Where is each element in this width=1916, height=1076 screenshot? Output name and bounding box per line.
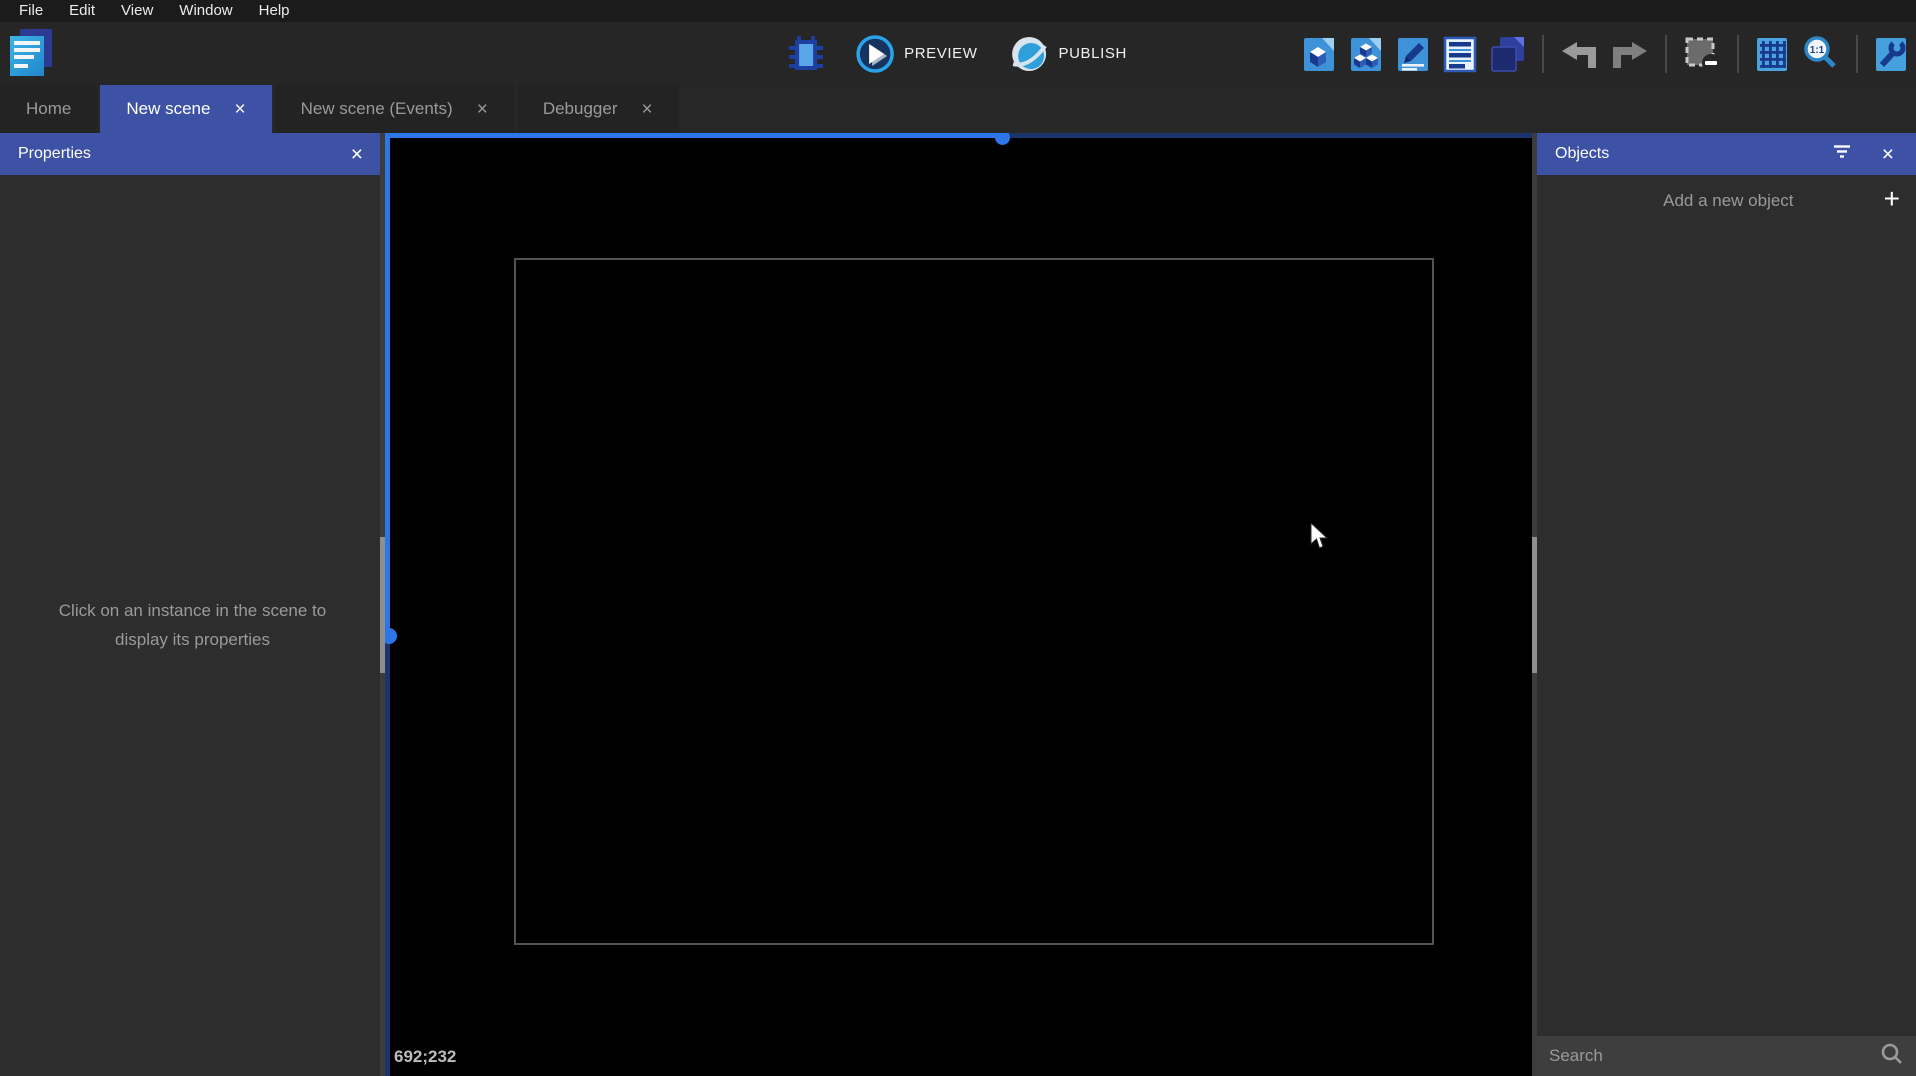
close-icon[interactable]: ×: [641, 100, 652, 119]
objects-search-bar[interactable]: [1537, 1036, 1916, 1076]
project-manager-icon[interactable]: [10, 29, 54, 77]
close-icon[interactable]: ×: [234, 100, 245, 119]
properties-panel: Properties × Click on an instance in the…: [0, 133, 385, 1076]
layers-editor-icon[interactable]: [1488, 33, 1528, 75]
add-object-row[interactable]: Add a new object +: [1537, 175, 1916, 227]
toolbar-separator: [1542, 34, 1544, 73]
objects-list-empty-area: [1537, 227, 1916, 1036]
undo-icon[interactable]: [1558, 36, 1600, 72]
toolbar: PREVIEW PUBLISH 1:1: [0, 22, 1916, 85]
menu-edit[interactable]: Edit: [58, 0, 106, 22]
cursor-coordinates: 692;232: [394, 1047, 457, 1066]
svg-text:1:1: 1:1: [1810, 45, 1825, 56]
mouse-cursor-icon: [1310, 521, 1329, 555]
close-icon[interactable]: ×: [1878, 142, 1898, 167]
canvas-vertical-scrollbar[interactable]: [385, 133, 397, 1076]
toolbar-separator: [1665, 34, 1667, 73]
close-icon[interactable]: ×: [347, 142, 367, 167]
redo-icon[interactable]: [1609, 36, 1651, 72]
properties-scrollbar-track[interactable]: [380, 133, 385, 1076]
publish-button[interactable]: PUBLISH: [1004, 30, 1133, 78]
publish-globe-icon: [1012, 36, 1048, 71]
scene-properties-icon[interactable]: [1872, 33, 1910, 75]
zoom-1-1-icon[interactable]: 1:1: [1800, 33, 1842, 75]
properties-panel-body: Click on an instance in the scene to dis…: [0, 175, 385, 1076]
objects-scrollbar-thumb[interactable]: [1532, 537, 1537, 673]
toolbar-separator: [1737, 34, 1739, 73]
vertical-scroll-thumb[interactable]: [385, 628, 397, 644]
close-icon[interactable]: ×: [477, 100, 488, 119]
edit-properties-icon[interactable]: [1394, 33, 1432, 75]
menu-help[interactable]: Help: [248, 0, 301, 22]
tab-debugger[interactable]: Debugger ×: [516, 85, 679, 133]
menu-bar: File Edit View Window Help: [0, 0, 1916, 22]
game-window-bounds: [514, 258, 1434, 945]
scene-editor-canvas[interactable]: 692;232: [385, 133, 1532, 1076]
properties-empty-message: Click on an instance in the scene to dis…: [58, 601, 327, 649]
toolbar-center: PREVIEW PUBLISH: [783, 22, 1133, 85]
clear-selection-icon[interactable]: [1681, 33, 1723, 75]
menu-file[interactable]: File: [8, 0, 54, 22]
main-area: Properties × Click on an instance in the…: [0, 133, 1916, 1076]
objects-scrollbar-track[interactable]: [1532, 133, 1537, 1076]
tab-new-scene[interactable]: New scene ×: [100, 85, 272, 133]
objects-panel: Objects × Add a new object +: [1532, 133, 1916, 1076]
tab-new-scene-events[interactable]: New scene (Events) ×: [274, 85, 514, 133]
properties-panel-title: Properties: [18, 145, 91, 162]
properties-scrollbar-thumb[interactable]: [380, 537, 385, 673]
objects-panel-title: Objects: [1555, 145, 1610, 162]
toolbar-separator: [1856, 34, 1858, 73]
object-groups-editor-icon[interactable]: [1347, 33, 1385, 75]
debug-icon[interactable]: [783, 30, 829, 78]
grid-icon[interactable]: [1753, 33, 1791, 75]
menu-window[interactable]: Window: [168, 0, 243, 22]
objects-panel-header: Objects ×: [1537, 133, 1916, 175]
objects-editor-icon[interactable]: [1300, 33, 1338, 75]
tab-home[interactable]: Home: [0, 85, 98, 133]
toolbar-right: 1:1: [1300, 22, 1910, 85]
search-input[interactable]: [1549, 1046, 1880, 1066]
search-icon[interactable]: [1880, 1042, 1904, 1071]
instances-list-icon[interactable]: [1441, 33, 1479, 75]
preview-button[interactable]: PREVIEW: [849, 30, 983, 78]
gdevelop-window: File Edit View Window Help PREVIEW PUBLI…: [0, 0, 1916, 1076]
filter-icon[interactable]: [1832, 144, 1852, 164]
canvas-horizontal-scrollbar[interactable]: [385, 133, 1532, 145]
play-icon: [856, 34, 894, 73]
properties-panel-header: Properties ×: [0, 133, 385, 175]
horizontal-scroll-thumb[interactable]: [995, 133, 1010, 145]
tab-bar: Home New scene × New scene (Events) × De…: [0, 85, 1916, 133]
menu-view[interactable]: View: [110, 0, 164, 22]
plus-icon[interactable]: +: [1884, 185, 1916, 217]
add-object-label: Add a new object: [1663, 191, 1794, 210]
